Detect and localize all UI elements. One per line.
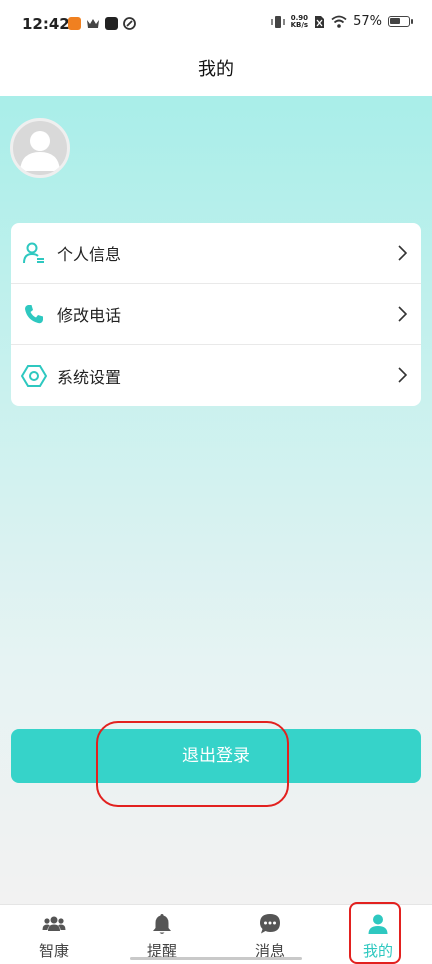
page-title: 我的	[198, 59, 234, 80]
menu-card: 个人信息 修改电话 系统设置	[11, 223, 421, 406]
avatar[interactable]	[10, 118, 70, 178]
user-icon	[368, 914, 388, 934]
chevron-right-icon	[398, 306, 407, 322]
chevron-right-icon	[398, 245, 407, 261]
tab-label-zhikang: 智康	[38, 942, 69, 960]
link-icon	[123, 17, 136, 30]
phone-icon	[21, 301, 47, 327]
screen: 12:42 0.90 KB/s 57% 我的 个人信息 修改电话 系统设置 退出…	[0, 0, 432, 964]
status-time: 12:42	[22, 15, 70, 33]
status-bar: 12:42 0.90 KB/s 57%	[0, 0, 432, 50]
battery-fill	[390, 18, 400, 24]
vibrate-icon	[270, 15, 285, 28]
battery-icon	[388, 16, 413, 27]
notification-icons	[68, 17, 136, 30]
no-sim-icon	[315, 15, 325, 28]
group-icon	[42, 916, 66, 931]
menu-label-change-phone: 修改电话	[57, 306, 122, 325]
menu-item-personal-info[interactable]: 个人信息	[11, 223, 421, 284]
status-right: 0.90 KB/s 57%	[270, 14, 413, 29]
net-speed: 0.90 KB/s	[290, 14, 309, 29]
menu-label-system-settings: 系统设置	[57, 367, 122, 387]
person-info-icon	[21, 240, 47, 266]
battery-percent: 57%	[353, 14, 382, 29]
tab-label-mine: 我的	[362, 942, 393, 960]
chat-bubble-icon	[260, 914, 280, 934]
default-avatar-icon	[20, 131, 60, 171]
tab-mine[interactable]: 我的	[324, 905, 432, 964]
menu-label-personal-info: 个人信息	[57, 245, 122, 264]
tab-zhikang[interactable]: 智康	[0, 905, 108, 964]
settings-hexagon-icon	[21, 363, 47, 389]
bell-icon	[153, 914, 171, 934]
tab-reminder[interactable]: 提醒	[108, 905, 216, 964]
menu-item-system-settings[interactable]: 系统设置	[11, 345, 421, 406]
bottom-tab-bar: 智康 提醒 消息 我的	[0, 904, 432, 964]
app-notification-icon	[68, 17, 81, 30]
tab-messages[interactable]: 消息	[216, 905, 324, 964]
chevron-right-icon	[398, 367, 407, 383]
menu-item-change-phone[interactable]: 修改电话	[11, 284, 421, 345]
tiktok-icon	[105, 17, 118, 30]
wifi-icon	[331, 15, 347, 28]
net-speed-unit: KB/s	[290, 20, 309, 29]
logout-button[interactable]: 退出登录	[11, 729, 421, 783]
page-title-bar: 我的	[0, 50, 432, 96]
home-indicator[interactable]	[130, 957, 302, 960]
crown-icon	[87, 19, 99, 28]
profile-content: 个人信息 修改电话 系统设置 退出登录	[0, 96, 432, 904]
